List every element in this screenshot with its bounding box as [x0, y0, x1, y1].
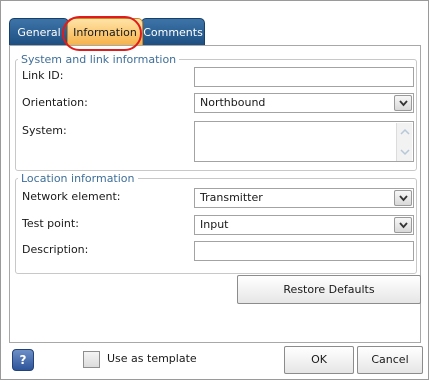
tab-comments[interactable]: Comments: [141, 18, 205, 45]
scroll-down-icon: [400, 149, 410, 156]
description-label: Description:: [22, 243, 89, 256]
network-element-dropdown[interactable]: Transmitter: [194, 188, 414, 208]
system-link-legend: System and link information: [18, 53, 180, 66]
chevron-down-icon: [399, 100, 408, 107]
test-point-dropdown[interactable]: Input: [194, 215, 414, 235]
network-element-label: Network element:: [22, 190, 121, 203]
link-id-input[interactable]: [194, 67, 414, 87]
scroll-up-icon: [400, 128, 410, 135]
network-element-value: Transmitter: [200, 191, 263, 204]
cancel-button[interactable]: Cancel: [357, 346, 423, 374]
scrollbar-arrows: [400, 128, 410, 156]
chevron-down-icon: [399, 222, 408, 229]
tab-highlight-annotation: [62, 16, 142, 51]
restore-defaults-button[interactable]: Restore Defaults: [237, 275, 421, 304]
link-id-label: Link ID:: [22, 69, 64, 82]
network-element-dropdown-button[interactable]: [394, 190, 412, 206]
test-point-value: Input: [200, 218, 229, 231]
system-textarea[interactable]: [194, 121, 414, 162]
system-scrollbar[interactable]: [396, 123, 412, 161]
test-point-label: Test point:: [22, 217, 79, 230]
orientation-label: Orientation:: [22, 96, 88, 109]
help-icon: ?: [19, 353, 27, 367]
description-input[interactable]: [194, 241, 414, 261]
chevron-down-icon: [399, 195, 408, 202]
orientation-dropdown-button[interactable]: [394, 95, 412, 111]
use-as-template-checkbox[interactable]: [83, 351, 100, 368]
orientation-value: Northbound: [200, 96, 266, 109]
help-button[interactable]: ?: [12, 349, 34, 371]
system-label: System:: [22, 124, 67, 137]
test-point-dropdown-button[interactable]: [394, 217, 412, 233]
use-as-template-label: Use as template: [107, 352, 197, 365]
tab-comments-label: Comments: [143, 26, 203, 39]
orientation-dropdown[interactable]: Northbound: [194, 93, 414, 113]
tab-general-label: General: [17, 26, 61, 39]
ok-button[interactable]: OK: [284, 346, 354, 374]
tab-general[interactable]: General: [9, 18, 69, 45]
location-legend: Location information: [18, 172, 138, 185]
